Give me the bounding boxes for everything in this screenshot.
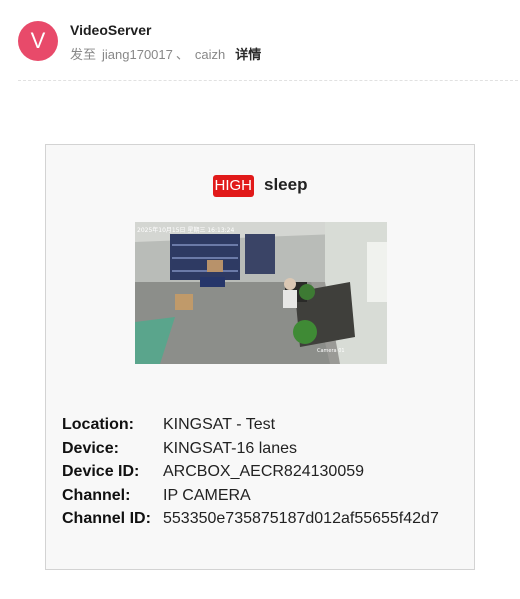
recipient-line: 发至 jiang170017、 caizh 详情 — [70, 44, 261, 63]
recipient-1[interactable]: jiang170017 — [102, 47, 173, 62]
recipient-2[interactable]: caizh — [195, 47, 225, 62]
snapshot-timestamp: 2025年10月15日 星期三 16:13:24 — [137, 226, 234, 234]
channel-value: IP CAMERA — [163, 486, 251, 504]
sender-name[interactable]: VideoServer — [70, 22, 151, 38]
details-link[interactable]: 详情 — [235, 47, 261, 62]
device-id-value: ARCBOX_AECR824130059 — [163, 463, 365, 480]
device-row: Device: KINGSAT-16 lanes — [62, 437, 439, 461]
channel-id-label: Channel ID: — [62, 510, 151, 527]
device-id-row: Device ID: ARCBOX_AECR824130059 — [62, 460, 439, 484]
device-label: Device: — [62, 439, 119, 457]
location-row: Location: KINGSAT - Test — [62, 413, 439, 437]
alert-title: HIGH sleep — [46, 175, 474, 197]
location-label: Location: — [62, 416, 134, 433]
channel-row: Channel: IP CAMERA — [62, 484, 439, 508]
channel-label: Channel: — [62, 486, 131, 504]
device-value: KINGSAT-16 lanes — [163, 439, 297, 457]
email-header: V VideoServer 发至 jiang170017、 caizh 详情 — [0, 0, 520, 80]
location-value: KINGSAT - Test — [163, 416, 276, 433]
camera-snapshot-image: 2025年10月15日 星期三 16:13:24 Camera 01 — [135, 222, 387, 364]
alert-card: HIGH sleep 2025年10月15日 星期三 16:13:24 Came… — [45, 144, 475, 570]
header-divider — [18, 80, 518, 81]
channel-id-row: Channel ID: 553350e735875187d012af55655f4… — [62, 507, 439, 531]
device-id-label: Device ID: — [62, 463, 140, 480]
snapshot-watermark: Camera 01 — [317, 348, 345, 354]
channel-id-value: 553350e735875187d012af55655f42d7 — [163, 510, 439, 527]
to-label: 发至 — [70, 47, 97, 62]
camera-snapshot[interactable]: 2025年10月15日 星期三 16:13:24 Camera 01 — [135, 222, 387, 364]
alert-details: Location: KINGSAT - Test Device: KINGSAT-1… — [62, 413, 439, 531]
severity-badge: HIGH — [212, 175, 254, 197]
sender-avatar[interactable]: V — [18, 21, 58, 61]
recipient-separator: 、 — [175, 47, 189, 62]
event-name: sleep — [264, 175, 308, 194]
